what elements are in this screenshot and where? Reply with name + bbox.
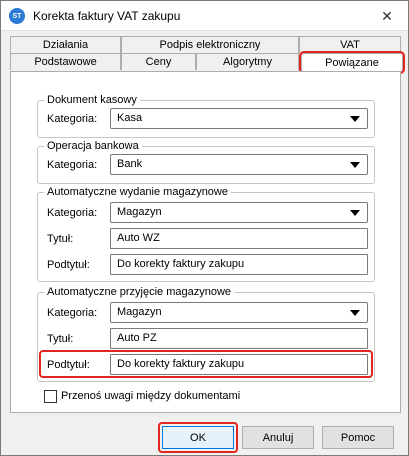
title-bar[interactable]: ST Korekta faktury VAT zakupu ✕ [1, 1, 408, 31]
tab-dzialania[interactable]: Działania [10, 36, 121, 53]
kasowy-kategoria-select[interactable]: Kasa [110, 108, 368, 129]
kategoria-label: Kategoria: [47, 307, 98, 319]
tab-algorytmy[interactable]: Algorytmy [196, 53, 299, 70]
kategoria-label: Kategoria: [47, 207, 98, 219]
kategoria-label: Kategoria: [47, 159, 98, 171]
cancel-button[interactable]: Anuluj [242, 426, 314, 449]
przyjecie-podtytul-input[interactable]: Do korekty faktury zakupu [110, 354, 368, 375]
close-icon[interactable]: ✕ [372, 4, 402, 28]
group-legend: Dokument kasowy [44, 94, 140, 107]
ok-button[interactable]: OK [162, 426, 234, 449]
przyjecie-kategoria-select[interactable]: Magazyn [110, 302, 368, 323]
group-legend: Automatyczne przyjęcie magazynowe [44, 286, 235, 299]
group-legend: Operacja bankowa [44, 140, 142, 153]
tytul-label: Tytuł: [47, 333, 74, 345]
chevron-down-icon [350, 210, 360, 216]
tab-vat[interactable]: VAT [299, 36, 401, 53]
tab-powiazane[interactable]: Powiązane [299, 51, 405, 74]
podtytul-label: Podtytuł: [47, 359, 90, 371]
chevron-down-icon [350, 116, 360, 122]
bankowa-kategoria-select[interactable]: Bank [110, 154, 368, 175]
wydanie-tytul-input[interactable]: Auto WZ [110, 228, 368, 249]
help-button[interactable]: Pomoc [322, 426, 394, 449]
wydanie-podtytul-input[interactable]: Do korekty faktury zakupu [110, 254, 368, 275]
przyjecie-tytul-input[interactable]: Auto PZ [110, 328, 368, 349]
przenos-uwagi-label[interactable]: Przenoś uwagi między dokumentami [61, 390, 240, 402]
group-legend: Automatyczne wydanie magazynowe [44, 186, 231, 199]
tab-podstawowe[interactable]: Podstawowe [10, 53, 121, 70]
window-title: Korekta faktury VAT zakupu [33, 9, 181, 23]
podtytul-label: Podtytuł: [47, 259, 90, 271]
chevron-down-icon [350, 310, 360, 316]
wydanie-kategoria-select[interactable]: Magazyn [110, 202, 368, 223]
dialog-window: ST Korekta faktury VAT zakupu ✕ Działani… [0, 0, 409, 456]
tytul-label: Tytuł: [47, 233, 74, 245]
tab-ceny[interactable]: Ceny [121, 53, 196, 70]
kategoria-label: Kategoria: [47, 113, 98, 125]
chevron-down-icon [350, 162, 360, 168]
app-icon: ST [9, 8, 25, 24]
przenos-uwagi-checkbox[interactable] [44, 390, 57, 403]
tab-podpis-elektroniczny[interactable]: Podpis elektroniczny [121, 36, 299, 53]
